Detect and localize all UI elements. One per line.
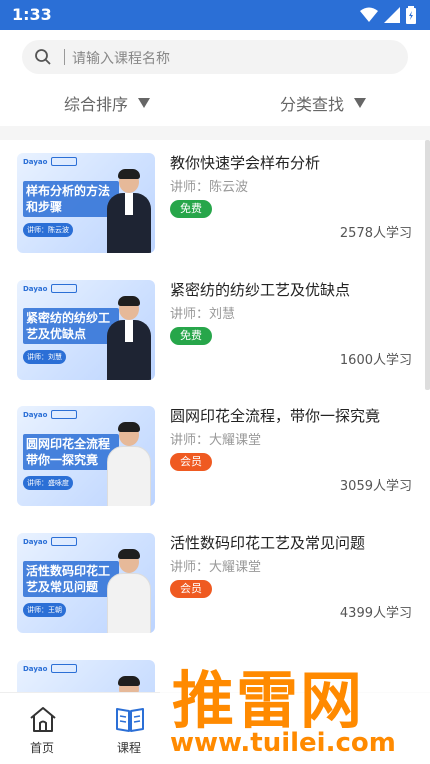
thumb-heading: 样布分析的方法和步骤 [23,181,119,217]
course-learners: 2578人学习 [339,226,412,241]
course-title: 紧密纺的纺纱工艺及优缺点 [170,281,351,299]
status-bar: 1:33 [0,0,430,30]
tab-courses[interactable]: 课程 [99,693,159,764]
course-thumbnail: Dayao 样布分析的方法和步骤 讲师：陈云波 [17,153,155,253]
thumb-speaker: 讲师：刘慧 [23,350,66,364]
course-lecturer: 讲师：刘慧 [170,307,236,322]
sort-label: 综合排序 [64,95,129,114]
lecturer-photo [107,296,151,380]
category-label: 分类查找 [280,95,345,114]
course-title: 活性数码印花工艺及常见问题 [170,534,366,552]
thumb-heading: 圆网印花全流程带你一探究竟 [23,434,119,470]
lecturer-photo [107,169,151,253]
search-divider [64,49,65,65]
category-dropdown-triangle-icon [354,98,367,108]
tab-home[interactable]: 首页 [12,693,72,764]
course-tag: 免费 [170,327,212,345]
course-learners: 1600人学习 [339,353,412,368]
course-tag: 免费 [170,200,212,218]
course-lecturer: 讲师：陈云波 [170,180,249,195]
signal-icon [384,7,400,23]
watermark-url: www.tuilei.com [170,728,396,758]
watermark: 推雷网 www.tuilei.com [160,648,430,764]
thumb-brand-logo: Dayao [23,411,48,419]
book-icon [116,708,144,732]
course-lecturer: 讲师：大耀课堂 [170,560,262,575]
course-lecturer: 讲师：大耀课堂 [170,433,262,448]
course-item[interactable]: Dayao 紧密纺的纺纱工艺及优缺点 讲师：刘慧 紧密纺的纺纱工艺及优缺点 讲师… [0,267,430,393]
wifi-icon [360,7,378,22]
thumb-speaker: 讲师：盛咏度 [23,476,73,490]
lecturer-photo [107,422,151,506]
filter-bar: 综合排序 分类查找 [0,88,430,118]
thumb-brand-logo: Dayao [23,665,48,673]
course-tag: 会员 [170,580,212,598]
thumb-brand-logo: Dayao [23,285,48,293]
lecturer-photo [107,549,151,633]
thumb-heading: 活性数码印花工艺及常见问题 [23,561,119,597]
thumb-partner-badge [51,284,77,293]
category-dropdown[interactable]: 分类查找 [280,88,367,118]
list-scrollbar[interactable] [425,140,430,390]
tab-home-label: 首页 [29,741,54,755]
course-item[interactable]: Dayao 活性数码印花工艺及常见问题 讲师：王朝 活性数码印花工艺及常见问题 … [0,520,430,646]
lecturer-photo [107,676,151,692]
home-icon [30,707,56,732]
watermark-logo-text: 推雷网 [172,664,365,737]
course-learners: 3059人学习 [339,479,412,494]
thumb-partner-badge [51,664,77,673]
sort-dropdown-triangle-icon [138,98,151,108]
course-thumbnail: Dayao 圆网印花全流程带你一探究竟 讲师：盛咏度 [17,406,155,506]
battery-icon [406,6,416,24]
status-icons [360,6,416,24]
tab-courses-label: 课程 [116,741,141,755]
thumb-partner-badge [51,537,77,546]
course-title: 圆网印花全流程，带你一探究竟 [170,407,381,425]
course-thumbnail: Dayao [17,660,155,692]
thumb-brand-logo: Dayao [23,158,48,166]
search-input[interactable]: 请输入课程名称 [22,40,408,74]
course-item[interactable]: Dayao 样布分析的方法和步骤 讲师：陈云波 教你快速学会样布分析 讲师：陈云… [0,140,430,266]
course-item[interactable]: Dayao 圆网印花全流程带你一探究竟 讲师：盛咏度 圆网印花全流程，带你一探究… [0,393,430,519]
thumb-partner-badge [51,410,77,419]
thumb-speaker: 讲师：陈云波 [23,223,73,237]
thumb-partner-badge [51,157,77,166]
course-list[interactable]: Dayao 样布分析的方法和步骤 讲师：陈云波 教你快速学会样布分析 讲师：陈云… [0,140,430,692]
thumb-brand-logo: Dayao [23,538,48,546]
sort-dropdown[interactable]: 综合排序 [64,88,151,118]
course-title: 教你快速学会样布分析 [170,154,321,172]
thumb-speaker: 讲师：王朝 [23,603,66,617]
course-thumbnail: Dayao 紧密纺的纺纱工艺及优缺点 讲师：刘慧 [17,280,155,380]
course-thumbnail: Dayao 活性数码印花工艺及常见问题 讲师：王朝 [17,533,155,633]
status-time: 1:33 [12,5,52,24]
search-placeholder: 请输入课程名称 [72,51,170,67]
top-panel: 请输入课程名称 综合排序 分类查找 [0,30,430,126]
course-learners: 4399人学习 [339,606,412,621]
search-icon [35,49,51,65]
course-tag: 会员 [170,453,212,471]
thumb-heading: 紧密纺的纺纱工艺及优缺点 [23,308,119,344]
